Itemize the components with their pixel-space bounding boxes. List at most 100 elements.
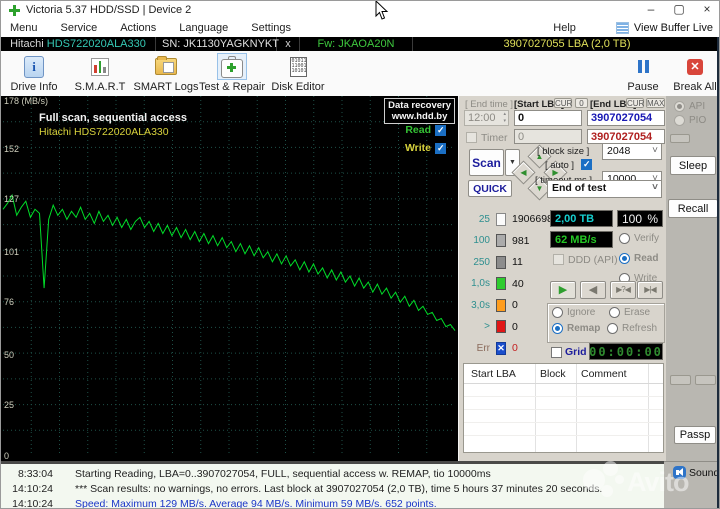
stat-value: 0: [512, 299, 518, 311]
read-toggle[interactable]: Read: [371, 124, 446, 136]
buffer-icon: [616, 22, 629, 34]
start-lba-cur-button[interactable]: CUR: [554, 98, 572, 108]
sound-label[interactable]: Sound: [689, 467, 719, 479]
col-start-lba[interactable]: Start LBA: [471, 368, 516, 380]
y-tick-101: 101: [4, 247, 19, 257]
break-all-button[interactable]: ✕ Break All: [669, 51, 720, 93]
to-end-button[interactable]: ▶|◀: [637, 281, 663, 299]
app-icon: [9, 5, 20, 16]
log-time: 14:10:24: [9, 497, 53, 509]
latency-chip: [496, 277, 506, 290]
maximize-button[interactable]: ▢: [665, 1, 693, 19]
error-x-icon: ✕: [496, 342, 506, 355]
ignore-radio[interactable]: Ignore: [552, 307, 595, 318]
api-radio[interactable]: API: [674, 101, 705, 112]
disk-editor-button[interactable]: 010110 110011 101010 Disk Editor: [265, 51, 331, 93]
smart-button[interactable]: S.M.A.R.T: [67, 51, 133, 93]
stat-value: 11: [512, 256, 523, 268]
y-tick-127: 127: [4, 194, 19, 204]
drive-info-bar: Hitachi HDS722020ALA330 SN: JK1130YAGKNY…: [1, 37, 720, 51]
binary-doc-icon: 010110 110011 101010: [290, 57, 307, 77]
close-button[interactable]: ×: [693, 1, 720, 19]
drive-capacity: 3907027055 LBA (2,0 TB): [413, 37, 720, 51]
stat-value: 0: [512, 321, 518, 333]
stat-row-: >0: [464, 320, 518, 334]
sleep-button[interactable]: Sleep: [670, 156, 716, 175]
menu-item-settings[interactable]: Settings: [242, 22, 305, 34]
col-block[interactable]: Block: [540, 368, 566, 380]
seek-button[interactable]: ▶?◀: [610, 281, 636, 299]
stat-row-Err: Err✕0: [464, 341, 518, 355]
stat-row-250: 25011: [464, 255, 523, 269]
test-repair-button[interactable]: Test & Repair: [199, 51, 265, 93]
log-area[interactable]: 8:33:04Starting Reading, LBA=0..39070270…: [1, 464, 664, 509]
menu-item-service[interactable]: Service: [52, 22, 112, 34]
scanned-size-display: 2,00 TB: [550, 210, 613, 227]
right-sidebar: API PIO Sleep Recall Passp: [666, 96, 717, 461]
refresh-radio[interactable]: Refresh: [607, 323, 657, 334]
log-time: 8:33:04: [9, 467, 53, 482]
sidebar-mini-button-1[interactable]: [670, 134, 690, 143]
passp-button[interactable]: Passp: [674, 426, 716, 444]
grid-checkbox[interactable]: [551, 347, 562, 358]
remap-radio[interactable]: Remap: [552, 323, 600, 334]
start-lba-zero-button[interactable]: 0: [575, 98, 588, 108]
end-lba-input[interactable]: 3907027054: [587, 110, 665, 126]
minimize-button[interactable]: –: [637, 1, 665, 19]
step-back-button[interactable]: ◀: [580, 281, 606, 299]
menu-item-language[interactable]: Language: [170, 22, 242, 34]
pio-radio[interactable]: PIO: [674, 115, 706, 126]
col-comment[interactable]: Comment: [581, 368, 627, 380]
block-size-label: [ block size ]: [537, 146, 589, 157]
read-checkbox[interactable]: [435, 125, 446, 136]
erase-radio[interactable]: Erase: [609, 307, 650, 318]
elapsed-timer-display: 00:00:00: [589, 343, 663, 360]
stat-label: >: [464, 321, 490, 332]
log-row: 14:10:24Speed: Maximum 129 MB/s. Average…: [1, 497, 664, 509]
recall-button[interactable]: Recall: [668, 199, 718, 218]
device-tab-close[interactable]: x: [277, 37, 300, 51]
pause-button[interactable]: Pause: [617, 51, 669, 93]
y-tick-25: 25: [4, 400, 14, 410]
scan-button[interactable]: Scan: [469, 149, 504, 176]
block-size-combo[interactable]: 2048: [602, 143, 662, 160]
stat-value: 981: [512, 235, 530, 247]
quick-button[interactable]: QUICK: [468, 180, 512, 197]
end-of-test-combo[interactable]: End of test: [547, 180, 662, 198]
menu-item-actions[interactable]: Actions: [111, 22, 170, 34]
latency-chip: [496, 234, 506, 247]
end-lba-max-button[interactable]: MAX: [646, 98, 665, 108]
defect-table: Start LBA Block Comment: [463, 363, 664, 453]
start-lba-input[interactable]: 0: [514, 110, 582, 126]
scan-speed-graph: Full scan, sequential access Hitachi HDS…: [1, 96, 458, 461]
timer-value-input: 0: [514, 129, 582, 144]
verify-radio[interactable]: Verify: [619, 233, 659, 244]
smart-logs-button[interactable]: SMART Logs: [133, 51, 199, 93]
drive-info-button[interactable]: i Drive Info: [1, 51, 67, 93]
victoria-app-window: Victoria 5.37 HDD/SSD | Device 2 – ▢ × M…: [0, 0, 720, 509]
folder-icon: [155, 58, 177, 75]
end-time-spinner[interactable]: 12:00: [464, 110, 509, 126]
drive-firmware: Fw: JKAOA20N: [300, 37, 413, 51]
menu-item-menu[interactable]: Menu: [1, 22, 52, 34]
info-icon: i: [24, 56, 44, 78]
sidebar-mini-button-3[interactable]: [695, 375, 716, 385]
end-lba-readout: 3907027054: [587, 129, 665, 144]
play-button[interactable]: ▶: [550, 281, 576, 299]
auto-checkbox[interactable]: [581, 159, 592, 170]
ddd-api-checkbox[interactable]: [553, 254, 564, 265]
read-radio[interactable]: Read: [619, 253, 658, 264]
view-buffer-live[interactable]: View Buffer Live: [616, 22, 713, 34]
sidebar-mini-button-2[interactable]: [670, 375, 691, 385]
menu-help[interactable]: Help: [544, 22, 590, 34]
timer-label: Timer: [481, 132, 507, 144]
write-checkbox[interactable]: [435, 143, 446, 154]
drive-model[interactable]: Hitachi HDS722020ALA330: [1, 37, 156, 51]
stat-value: 1906698: [512, 213, 553, 225]
write-toggle[interactable]: Write: [371, 142, 446, 154]
timer-checkbox[interactable]: [466, 132, 477, 143]
stat-label: Err: [464, 343, 490, 354]
end-lba-cur-button[interactable]: CUR: [626, 98, 644, 108]
toolbar: i Drive Info S.M.A.R.T SMART Logs Test &…: [1, 51, 720, 97]
log-time: 14:10:24: [9, 482, 53, 497]
